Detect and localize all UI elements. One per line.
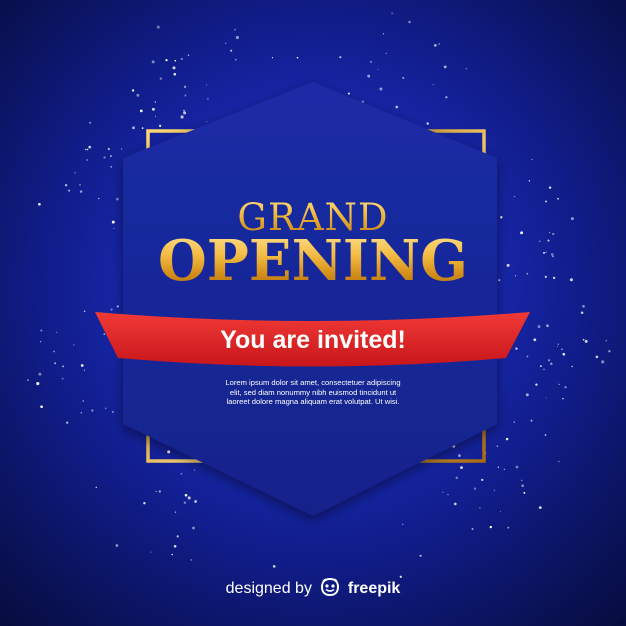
body-line: elit, sed diam nonummy nibh euismod tinc… xyxy=(229,387,397,397)
credit-footer: designed by freepik xyxy=(0,577,626,601)
poster-text: GRAND OPENING You are invited! Lorem ips… xyxy=(0,0,626,626)
body-copy: Lorem ipsum dolor sit amet, consectetuer… xyxy=(200,378,426,407)
poster-canvas: GRAND OPENING You are invited! Lorem ips… xyxy=(0,0,626,626)
body-line: Lorem ipsum dolor sit amet, consectetuer… xyxy=(225,378,401,387)
designed-by-label: designed by xyxy=(225,580,312,597)
freepik-brand-label: freepik xyxy=(347,580,401,597)
freepik-logo-icon xyxy=(320,577,340,601)
headline-opening: OPENING xyxy=(0,228,626,294)
body-line: laoreet dolore magna aliquam erat volutp… xyxy=(226,397,400,407)
ribbon-invite-text: You are invited! xyxy=(220,326,406,354)
